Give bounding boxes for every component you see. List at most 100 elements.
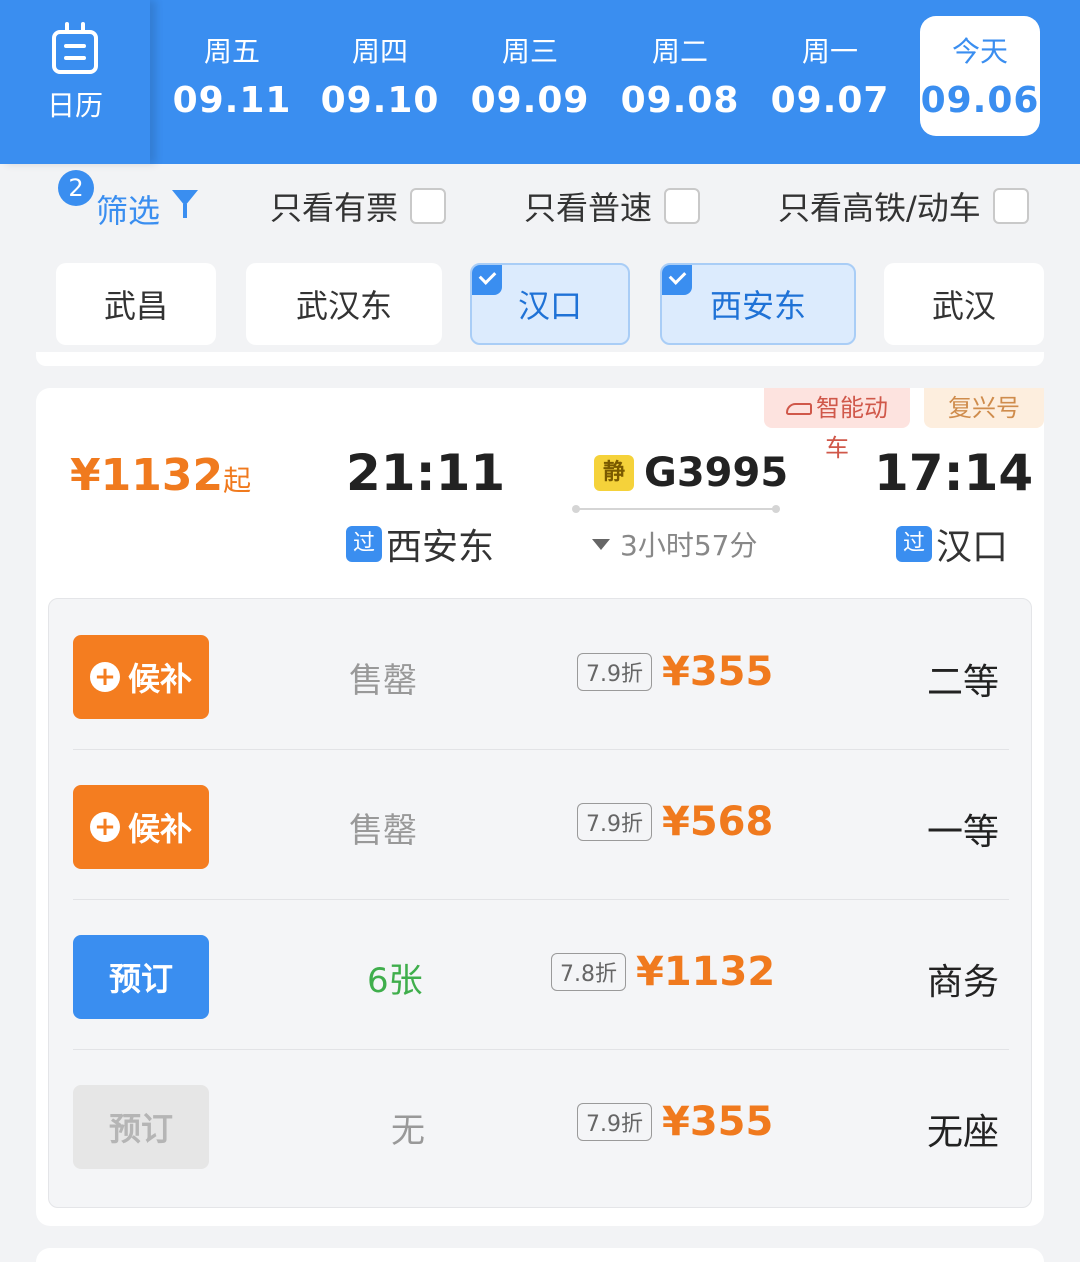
check-icon <box>472 265 502 295</box>
train-number-text: G3995 <box>644 450 789 496</box>
duration-text: 3小时57分 <box>620 529 758 562</box>
depart-station-name: 汉口 <box>936 527 1009 568</box>
only-highspeed-checkbox[interactable] <box>992 188 1029 224</box>
quiet-car-badge: 静 <box>594 455 634 491</box>
seat-type: 商务 <box>927 962 1000 1003</box>
smart-train-tag: 智能动车 <box>764 388 910 462</box>
train-number[interactable]: 静 G3995 <box>594 450 788 496</box>
station-chip-label: 武昌 <box>103 287 168 325</box>
arrive-station: 过 西安东 <box>346 518 494 570</box>
waitlist-button[interactable]: + 候补 <box>73 635 209 719</box>
station-chip-label: 武汉 <box>931 287 996 325</box>
plus-icon: + <box>89 662 120 692</box>
funnel-icon-stem <box>183 204 187 218</box>
seat-row: 无座 7.9折 ¥355 无 预订 <box>73 1049 1009 1199</box>
station-chip-wuhandong[interactable]: 武汉东 <box>246 263 442 345</box>
seat-stock: 6张 <box>367 961 423 1001</box>
filter-count-badge: 2 <box>58 170 94 206</box>
discount-badge: 7.9折 <box>577 1103 652 1141</box>
date-item-0911[interactable]: 周五 09.11 <box>172 16 292 136</box>
seat-price: 7.8折 ¥1132 <box>551 949 775 995</box>
waitlist-label: 候补 <box>127 660 192 698</box>
train-card[interactable]: 复兴号 智能动车 17:14 过 汉口 静 G3995 3小时57分 21:11… <box>36 388 1044 1226</box>
seat-price: 7.9折 ¥355 <box>577 649 773 695</box>
seat-price-value: ¥355 <box>662 1099 774 1145</box>
date-weekday: 周五 <box>203 35 260 68</box>
station-chip-label: 武汉东 <box>295 287 392 325</box>
seat-table: 二等 7.9折 ¥355 售罄 + 候补 一等 7.9折 ¥568 售罄 + 候… <box>48 598 1032 1208</box>
date-bar: 周五 09.11 周四 09.10 周三 09.09 周二 09.08 周一 0… <box>0 0 1080 164</box>
book-label: 预订 <box>108 1110 173 1148</box>
date-weekday: 周二 <box>651 35 708 68</box>
seat-price-value: ¥1132 <box>636 949 776 995</box>
only-tickets-filter[interactable]: 只看有票 <box>270 184 447 228</box>
only-normal-checkbox[interactable] <box>664 188 701 224</box>
calendar-button[interactable]: 日历 <box>0 0 150 164</box>
seat-price: 7.9折 ¥355 <box>577 1099 773 1145</box>
seat-type: 一等 <box>927 812 1000 853</box>
depart-time: 17:14 <box>874 444 1034 502</box>
discount-badge: 7.8折 <box>551 953 626 991</box>
date-value: 09.08 <box>620 80 740 121</box>
train-icon <box>786 403 812 415</box>
date-value: 09.09 <box>470 80 590 121</box>
seat-row: 二等 7.9折 ¥355 售罄 + 候补 <box>73 599 1009 749</box>
seat-row: 商务 7.8折 ¥1132 6张 预订 <box>73 899 1009 1049</box>
station-chip-xiandong[interactable]: 西安东 <box>660 263 856 345</box>
seat-price-value: ¥568 <box>662 799 774 845</box>
date-value: 09.06 <box>920 80 1040 121</box>
only-normal-filter[interactable]: 只看普速 <box>524 184 701 228</box>
only-tickets-checkbox[interactable] <box>410 188 447 224</box>
seat-stock: 无 <box>391 1111 425 1151</box>
date-item-0909[interactable]: 周三 09.09 <box>470 16 590 136</box>
station-chip-wuhan[interactable]: 武汉 <box>884 263 1044 345</box>
only-highspeed-label: 只看高铁/动车 <box>778 189 981 227</box>
only-tickets-label: 只看有票 <box>270 189 399 227</box>
seat-stock: 售罄 <box>349 661 417 701</box>
fuxing-tag: 复兴号 <box>924 388 1044 428</box>
from-price-suffix: 起 <box>223 464 252 497</box>
station-chip-label: 西安东 <box>709 287 806 325</box>
arrive-station-name: 西安东 <box>386 527 495 568</box>
from-price-value: ¥1132 <box>70 450 224 501</box>
date-weekday: 周一 <box>801 35 858 68</box>
pass-badge: 过 <box>346 526 382 562</box>
station-chip-wuchang[interactable]: 武昌 <box>56 263 216 345</box>
book-label: 预订 <box>108 960 173 998</box>
discount-badge: 7.9折 <box>577 803 652 841</box>
seat-type: 无座 <box>927 1112 1000 1153</box>
seat-row: 一等 7.9折 ¥568 售罄 + 候补 <box>73 749 1009 899</box>
discount-badge: 7.9折 <box>577 653 652 691</box>
date-weekday: 周三 <box>501 35 558 68</box>
station-chip-label: 汉口 <box>517 287 582 325</box>
station-chip-hankou[interactable]: 汉口 <box>470 263 630 345</box>
calendar-label: 日历 <box>46 89 103 122</box>
only-normal-label: 只看普速 <box>524 189 653 227</box>
book-button[interactable]: 预订 <box>73 935 209 1019</box>
only-highspeed-filter[interactable]: 只看高铁/动车 <box>778 184 1029 228</box>
date-item-today[interactable]: 今天 09.06 <box>920 16 1040 136</box>
waitlist-button[interactable]: + 候补 <box>73 785 209 869</box>
date-item-0907[interactable]: 周一 09.07 <box>770 16 890 136</box>
seat-stock: 售罄 <box>349 811 417 851</box>
date-item-0908[interactable]: 周二 09.08 <box>620 16 740 136</box>
divider <box>36 352 1044 366</box>
seat-price-value: ¥355 <box>662 649 774 695</box>
next-train-card[interactable] <box>36 1248 1044 1262</box>
date-weekday: 今天 <box>951 35 1008 68</box>
book-button-disabled: 预订 <box>73 1085 209 1169</box>
filter-button[interactable]: 筛选 <box>96 186 160 232</box>
duration-toggle[interactable]: 3小时57分 <box>592 524 757 564</box>
depart-station: 过 汉口 <box>896 518 1008 570</box>
date-item-0910[interactable]: 周四 09.10 <box>320 16 440 136</box>
date-weekday: 周四 <box>351 35 408 68</box>
plus-icon: + <box>89 812 120 842</box>
arrive-time: 21:11 <box>346 444 506 502</box>
seat-price: 7.9折 ¥568 <box>577 799 773 845</box>
seat-type: 二等 <box>927 662 1000 703</box>
route-line <box>572 505 780 513</box>
calendar-icon <box>52 22 98 74</box>
pass-badge: 过 <box>896 526 932 562</box>
chevron-down-icon <box>592 538 610 550</box>
from-price: ¥1132起 <box>70 450 251 501</box>
